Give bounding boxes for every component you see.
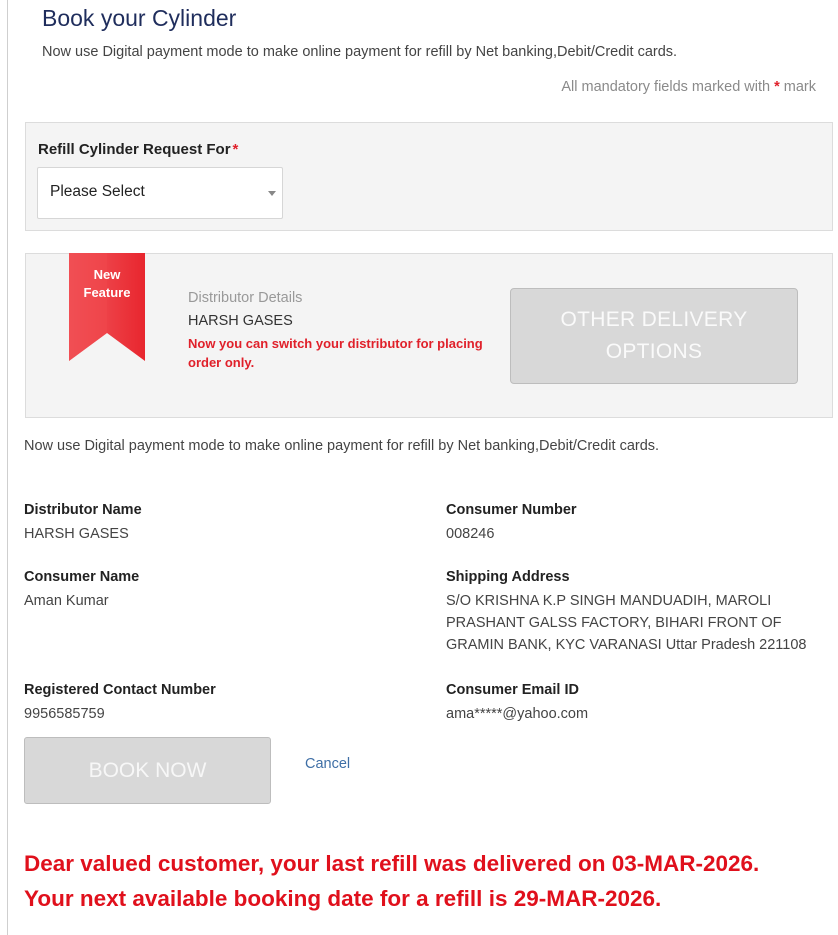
distributor-panel: New Feature Distributor Details HARSH GA…	[25, 253, 833, 418]
distributor-name-label: Distributor Name	[24, 502, 142, 518]
mandatory-note: All mandatory fields marked with * mark	[561, 79, 816, 95]
next-booking-message: Your next available booking date for a r…	[24, 886, 662, 911]
distributor-name-value: HARSH GASES	[24, 526, 129, 542]
cancel-link[interactable]: Cancel	[305, 756, 350, 772]
required-mark: *	[232, 141, 239, 158]
refill-request-selected-value: Please Select	[50, 183, 145, 200]
contact-number-value: 9956585759	[24, 706, 105, 722]
consumer-name-field: Consumer Name Aman Kumar	[24, 569, 139, 612]
email-value: ama*****@yahoo.com	[446, 706, 589, 722]
book-now-button[interactable]: BOOK NOW	[24, 737, 271, 804]
new-feature-label: New Feature	[69, 266, 145, 302]
consumer-number-value: 008246	[446, 526, 495, 542]
mandatory-star: *	[774, 79, 780, 95]
distributor-name-field: Distributor Name HARSH GASES	[24, 502, 142, 545]
mandatory-text: All mandatory fields marked with	[561, 79, 771, 95]
refill-request-select[interactable]: Please Select	[37, 167, 283, 219]
contact-number-field: Registered Contact Number 9956585759	[24, 682, 216, 725]
page-title: Book your Cylinder	[42, 5, 237, 31]
distributor-switch-note: Now you can switch your distributor for …	[188, 336, 483, 370]
distributor-details-name: HARSH GASES	[188, 313, 293, 329]
mandatory-suffix: mark	[783, 79, 816, 95]
consumer-name-label: Consumer Name	[24, 569, 140, 585]
consumer-number-field: Consumer Number 008246	[446, 502, 831, 545]
shipping-address-value: S/O KRISHNA K.P SINGH MANDUADIH, MAROLI …	[446, 593, 807, 653]
digital-payment-note: Now use Digital payment mode to make onl…	[24, 438, 660, 454]
new-feature-line2: Feature	[83, 285, 131, 300]
next-booking-alert: Dear valued customer, your last refill w…	[24, 846, 759, 916]
page-subtitle: Now use Digital payment mode to make onl…	[42, 44, 678, 60]
refill-request-label-text: Refill Cylinder Request For	[38, 141, 231, 158]
email-label: Consumer Email ID	[446, 682, 579, 698]
left-border	[7, 0, 8, 935]
consumer-number-label: Consumer Number	[446, 502, 577, 518]
refill-request-panel: Refill Cylinder Request For * Please Sele…	[25, 122, 833, 231]
other-delivery-options-button[interactable]: OTHER DELIVERY OPTIONS	[510, 288, 798, 384]
new-feature-line1: New	[93, 267, 121, 282]
last-refill-message: Dear valued customer, your last refill w…	[24, 851, 760, 876]
chevron-down-icon	[268, 191, 276, 196]
contact-number-label: Registered Contact Number	[24, 682, 216, 698]
distributor-details-label: Distributor Details	[188, 290, 303, 306]
email-field: Consumer Email ID ama*****@yahoo.com	[446, 682, 831, 725]
consumer-name-value: Aman Kumar	[24, 593, 109, 609]
shipping-address-field: Shipping Address S/O KRISHNA K.P SINGH M…	[446, 569, 831, 656]
shipping-address-label: Shipping Address	[446, 569, 570, 585]
refill-request-label: Refill Cylinder Request For *	[38, 141, 238, 158]
